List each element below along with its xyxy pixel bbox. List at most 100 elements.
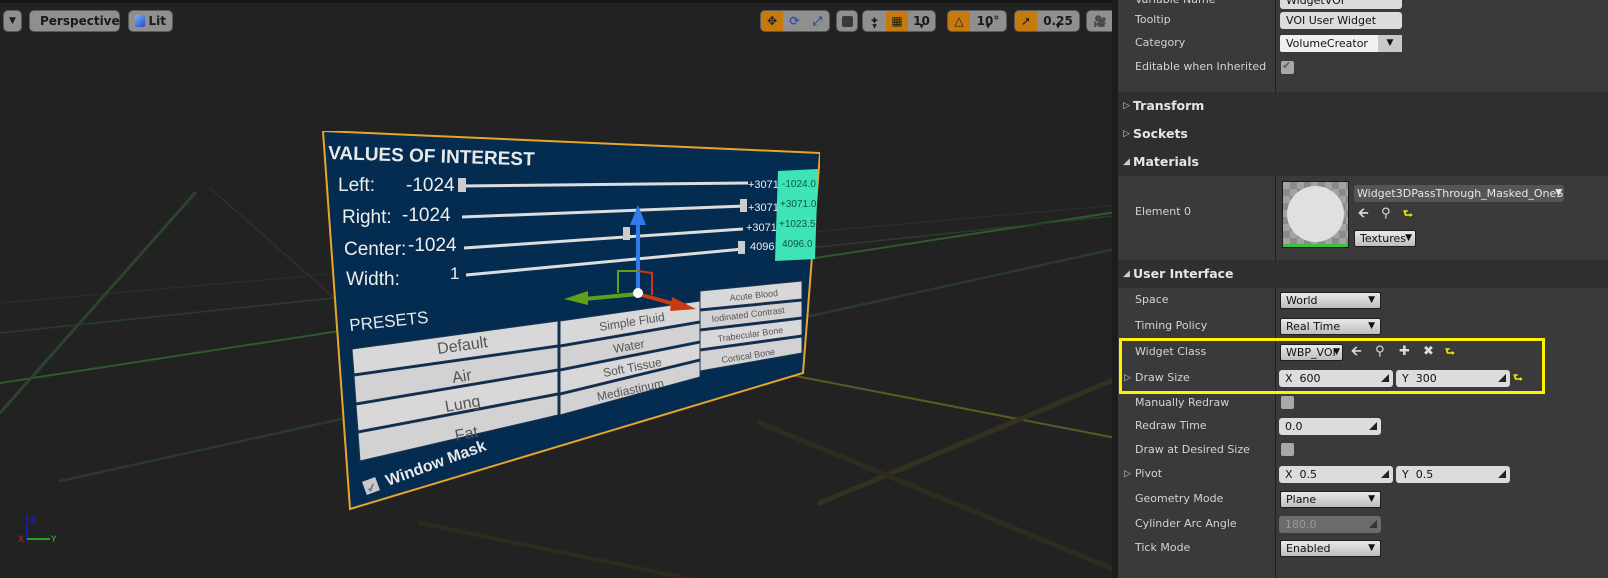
rotation-snap-group: △ 10° ▼: [947, 10, 1007, 32]
geometry-mode-dropdown[interactable]: Plane ▼: [1280, 491, 1381, 508]
slider-max: +3071: [748, 202, 779, 214]
space-dropdown[interactable]: World ▼: [1280, 292, 1381, 309]
redraw-time-input[interactable]: 0.0: [1279, 418, 1381, 435]
perspective-icon: [33, 17, 39, 25]
spin-drag-icon[interactable]: [1498, 374, 1506, 382]
grid-snap-toggle[interactable]: ▦: [886, 11, 908, 31]
rotation-snap-value-button[interactable]: 10° ▼: [970, 11, 1006, 31]
material-asset-picker[interactable]: Widget3DPassThrough_Masked_OneSid ▼: [1354, 185, 1564, 202]
chevron-down-icon[interactable]: ▼: [1378, 35, 1402, 52]
spin-drag-icon[interactable]: [1369, 422, 1377, 430]
cylinder-arc-angle-label: Cylinder Arc Angle: [1135, 517, 1237, 530]
slider-handle[interactable]: [738, 241, 745, 254]
clear-x-icon[interactable]: ✖: [1423, 344, 1434, 360]
use-selected-arrow-icon[interactable]: 🡨: [1351, 344, 1362, 360]
slider-handle[interactable]: [458, 178, 466, 192]
category-transform-label: Transform: [1133, 98, 1205, 113]
row-pivot: ▷ Pivot X 0.5 Y 0.5: [1118, 462, 1608, 486]
element-0-label: Element 0: [1135, 205, 1192, 218]
grid-line: [817, 365, 1142, 506]
x-prefix: X: [1285, 468, 1293, 481]
slider-max: +3071: [748, 179, 779, 191]
expand-arrow-icon: ▷: [1123, 101, 1130, 111]
tick-mode-dropdown[interactable]: Enabled ▼: [1280, 540, 1381, 557]
lit-cube-icon: [135, 15, 145, 27]
pivot-x-value: 0.5: [1299, 468, 1318, 481]
transform-mode-group: ✥ ⟳ ⤢: [760, 10, 830, 32]
reset-to-default-icon[interactable]: ⮑: [1513, 371, 1523, 385]
perspective-button[interactable]: Perspective: [29, 10, 120, 32]
draw-at-desired-size-label: Draw at Desired Size: [1135, 443, 1250, 456]
category-user-interface-label: User Interface: [1133, 266, 1234, 281]
slider-label: Center:: [344, 239, 406, 260]
browse-search-icon[interactable]: ⚲: [1375, 344, 1385, 360]
slider-handle[interactable]: [623, 227, 630, 240]
add-plus-icon[interactable]: ✚: [1399, 344, 1410, 360]
category-materials-label: Materials: [1133, 154, 1199, 169]
column-divider[interactable]: [1275, 288, 1276, 578]
slider-label: Left:: [338, 175, 375, 196]
geometry-mode-value: Plane: [1286, 493, 1317, 506]
surface-snap-button[interactable]: ⌖ ▼: [863, 11, 886, 31]
chevron-down-icon: ▼: [1368, 494, 1375, 504]
draw-at-desired-size-checkbox[interactable]: [1281, 443, 1294, 456]
material-thumbnail[interactable]: [1282, 181, 1349, 248]
collapse-arrow-icon: ◢: [1123, 157, 1130, 167]
grid-snap-value-button[interactable]: 10 ▼: [908, 11, 935, 31]
textures-dropdown[interactable]: Textures ▼: [1354, 230, 1416, 247]
level-viewport[interactable]: ▼ Perspective Lit ✥ ⟳ ⤢ ⌖ ▼ ▦ 10 ▼ △ 10° ▼ …: [0, 0, 1142, 578]
camera-icon: 🎥: [1093, 14, 1107, 28]
scale-mode-button[interactable]: ⤢: [806, 11, 829, 31]
axis-x-label: X: [18, 535, 24, 545]
draw-size-x-value: 600: [1299, 372, 1321, 385]
space-label: Space: [1135, 293, 1169, 306]
scale-snap-toggle[interactable]: ➚: [1015, 11, 1037, 31]
editable-when-inherited-checkbox[interactable]: [1281, 59, 1294, 74]
reset-to-default-icon[interactable]: ⮑: [1403, 207, 1413, 221]
category-user-interface[interactable]: ◢ User Interface: [1118, 260, 1608, 288]
slider-handle[interactable]: [740, 199, 747, 212]
use-selected-arrow-icon[interactable]: 🡨: [1358, 206, 1369, 222]
perspective-label: Perspective: [40, 14, 120, 28]
rotate-mode-button[interactable]: ⟳: [783, 11, 805, 31]
pivot-x-input[interactable]: X 0.5: [1279, 466, 1393, 483]
category-value: VolumeCreator: [1286, 37, 1368, 50]
gizmo-center[interactable]: [633, 288, 643, 298]
chevron-down-icon: ▼: [1333, 347, 1340, 357]
category-materials[interactable]: ◢ Materials: [1118, 148, 1608, 176]
tooltip-input[interactable]: VOI User Widget: [1280, 12, 1402, 29]
spin-drag-icon[interactable]: [1498, 470, 1506, 478]
widget-3d-panel[interactable]: VALUES OF INTEREST Left: -1024 +3071 Rig…: [320, 129, 822, 511]
slider-value: -1024: [408, 235, 457, 256]
browse-search-icon[interactable]: ⚲: [1381, 206, 1391, 222]
category-combo[interactable]: VolumeCreator ▼: [1280, 35, 1402, 52]
column-divider[interactable]: [1275, 176, 1276, 260]
reset-to-default-icon[interactable]: ⮑: [1445, 345, 1455, 359]
pivot-y-input[interactable]: Y 0.5: [1396, 466, 1510, 483]
draw-size-x-input[interactable]: X 600: [1279, 370, 1393, 387]
spin-drag-icon[interactable]: [1381, 470, 1389, 478]
column-divider[interactable]: [1275, 0, 1276, 92]
expand-arrow-icon[interactable]: ▷: [1124, 462, 1131, 486]
timing-policy-dropdown[interactable]: Real Time ▼: [1280, 318, 1381, 335]
chevron-down-icon: ▼: [1368, 321, 1375, 331]
row-timing-policy: Timing Policy Real Time ▼: [1118, 314, 1608, 338]
draw-size-y-input[interactable]: Y 300: [1396, 370, 1510, 387]
expand-arrow-icon[interactable]: ▷: [1124, 366, 1131, 390]
category-transform[interactable]: ▷ Transform: [1118, 92, 1608, 120]
category-sockets-label: Sockets: [1133, 126, 1188, 141]
translate-mode-button[interactable]: ✥: [761, 11, 784, 31]
manually-redraw-label: Manually Redraw: [1135, 396, 1230, 409]
world-local-toggle[interactable]: [836, 10, 858, 32]
row-cylinder-arc-angle: Cylinder Arc Angle 180.0: [1118, 512, 1608, 536]
viewport-options-button[interactable]: ▼: [3, 10, 22, 32]
rotation-snap-toggle[interactable]: △: [948, 11, 970, 31]
tooltip-label: Tooltip: [1135, 13, 1171, 26]
view-mode-button[interactable]: Lit: [128, 10, 173, 32]
category-sockets[interactable]: ▷ Sockets: [1118, 120, 1608, 148]
widget-class-dropdown[interactable]: WBP_VOI ▼: [1280, 344, 1343, 361]
cylinder-arc-angle-value: 180.0: [1285, 518, 1317, 531]
spin-drag-icon[interactable]: [1381, 374, 1389, 382]
manually-redraw-checkbox[interactable]: [1281, 396, 1294, 409]
scale-snap-value-button[interactable]: 0.25 ▼: [1037, 11, 1079, 31]
